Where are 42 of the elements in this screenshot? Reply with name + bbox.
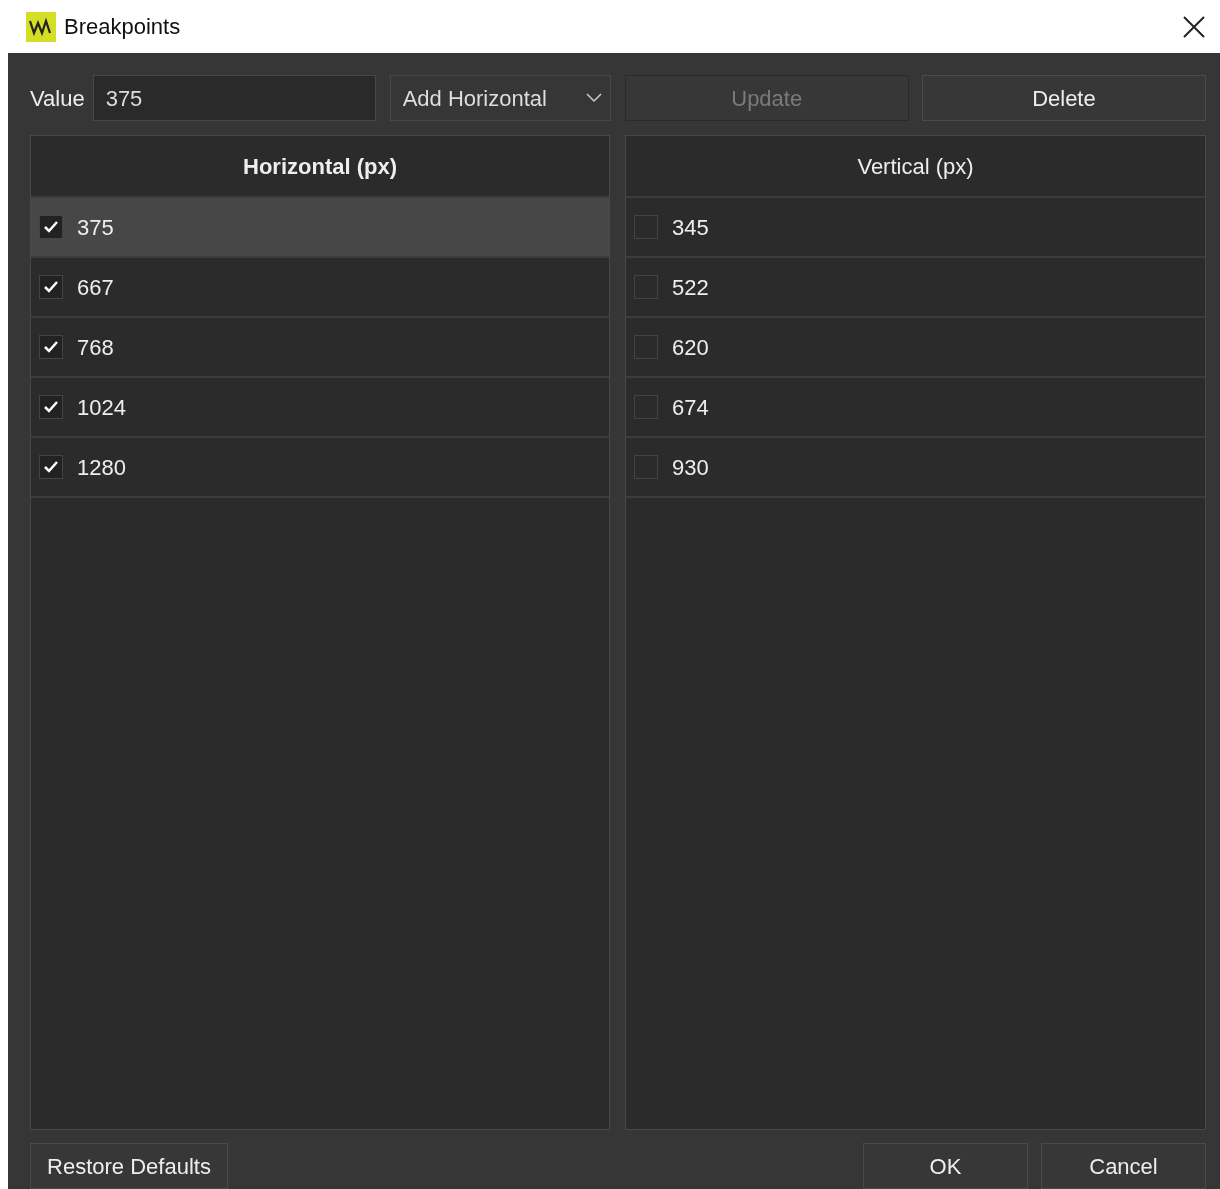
checkbox[interactable] bbox=[634, 395, 658, 419]
checkbox[interactable] bbox=[39, 395, 63, 419]
row-label: 620 bbox=[672, 333, 709, 362]
restore-defaults-button[interactable]: Restore Defaults bbox=[30, 1143, 228, 1189]
row-label: 667 bbox=[77, 273, 114, 302]
checkbox[interactable] bbox=[39, 275, 63, 299]
checkbox[interactable] bbox=[39, 335, 63, 359]
checkbox[interactable] bbox=[39, 215, 63, 239]
value-field[interactable]: 375 bbox=[92, 75, 376, 121]
list-row[interactable]: 522 bbox=[626, 258, 1205, 318]
close-icon[interactable] bbox=[1182, 14, 1206, 39]
app-logo-icon bbox=[26, 11, 56, 42]
value-label: Value bbox=[30, 84, 85, 113]
list-row[interactable]: 1024 bbox=[31, 378, 609, 438]
dialog-button[interactable]: OK bbox=[863, 1143, 1028, 1189]
checkbox[interactable] bbox=[634, 455, 658, 479]
row-label: 768 bbox=[77, 333, 114, 362]
checkbox[interactable] bbox=[39, 455, 63, 479]
row-label: 375 bbox=[77, 213, 114, 242]
row-label: 522 bbox=[672, 273, 709, 302]
chevron-down-icon bbox=[585, 93, 602, 103]
list-row[interactable]: 1280 bbox=[31, 438, 609, 498]
mode-dropdown[interactable]: Add Horizontal bbox=[389, 75, 611, 121]
list-row[interactable]: 674 bbox=[626, 378, 1205, 438]
list-row[interactable]: 375 bbox=[31, 198, 609, 258]
list-row[interactable]: 768 bbox=[31, 318, 609, 378]
column-header[interactable]: Vertical (px) bbox=[626, 136, 1205, 198]
row-label: 1024 bbox=[77, 393, 126, 422]
row-label: 674 bbox=[672, 393, 709, 422]
checkbox[interactable] bbox=[634, 215, 658, 239]
dialog-button[interactable]: Cancel bbox=[1041, 1143, 1206, 1189]
row-label: 930 bbox=[672, 453, 709, 482]
list-row[interactable]: 620 bbox=[626, 318, 1205, 378]
checkbox[interactable] bbox=[634, 335, 658, 359]
checkbox[interactable] bbox=[634, 275, 658, 299]
list-row[interactable]: 930 bbox=[626, 438, 1205, 498]
row-label: 345 bbox=[672, 213, 709, 242]
list-row[interactable]: 667 bbox=[31, 258, 609, 318]
window-title: Breakpoints bbox=[64, 13, 181, 41]
list-row[interactable]: 345 bbox=[626, 198, 1205, 258]
row-label: 1280 bbox=[77, 453, 126, 482]
toolbar-button[interactable]: Delete bbox=[921, 75, 1206, 121]
